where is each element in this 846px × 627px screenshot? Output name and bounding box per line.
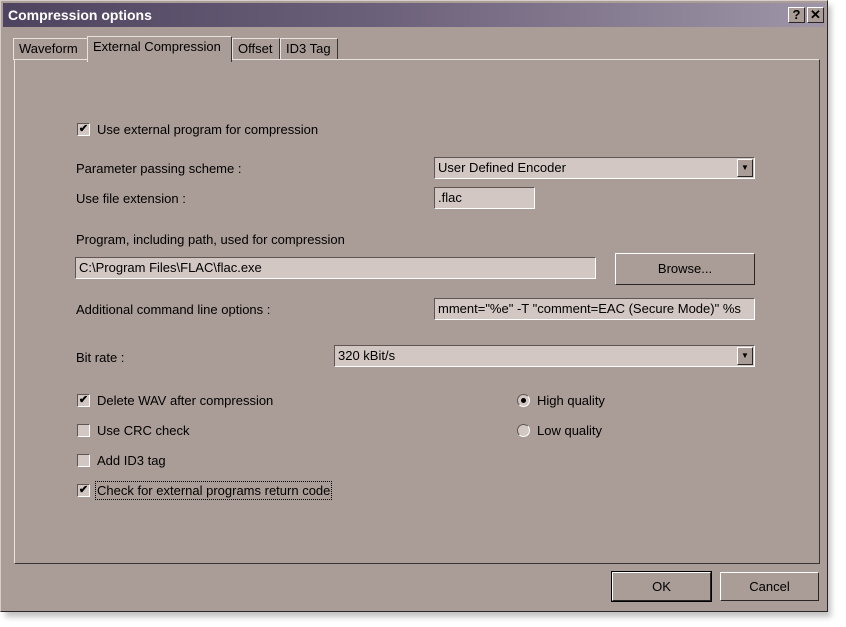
tab-offset[interactable]: Offset [232, 38, 280, 60]
help-button[interactable]: ? [788, 7, 805, 23]
tab-id3-tag[interactable]: ID3 Tag [280, 38, 338, 60]
cancel-button[interactable]: Cancel [720, 572, 819, 601]
title-bar: Compression options ? ✕ [3, 3, 825, 27]
tab-panel [14, 59, 820, 564]
close-button[interactable]: ✕ [807, 7, 824, 23]
tab-waveform[interactable]: Waveform [13, 38, 88, 60]
window-title: Compression options [8, 7, 152, 23]
tab-external-compression[interactable]: External Compression [87, 36, 232, 62]
dialog-window: Compression options ? ✕ Waveform Externa… [0, 0, 828, 612]
ok-button[interactable]: OK [611, 571, 712, 602]
